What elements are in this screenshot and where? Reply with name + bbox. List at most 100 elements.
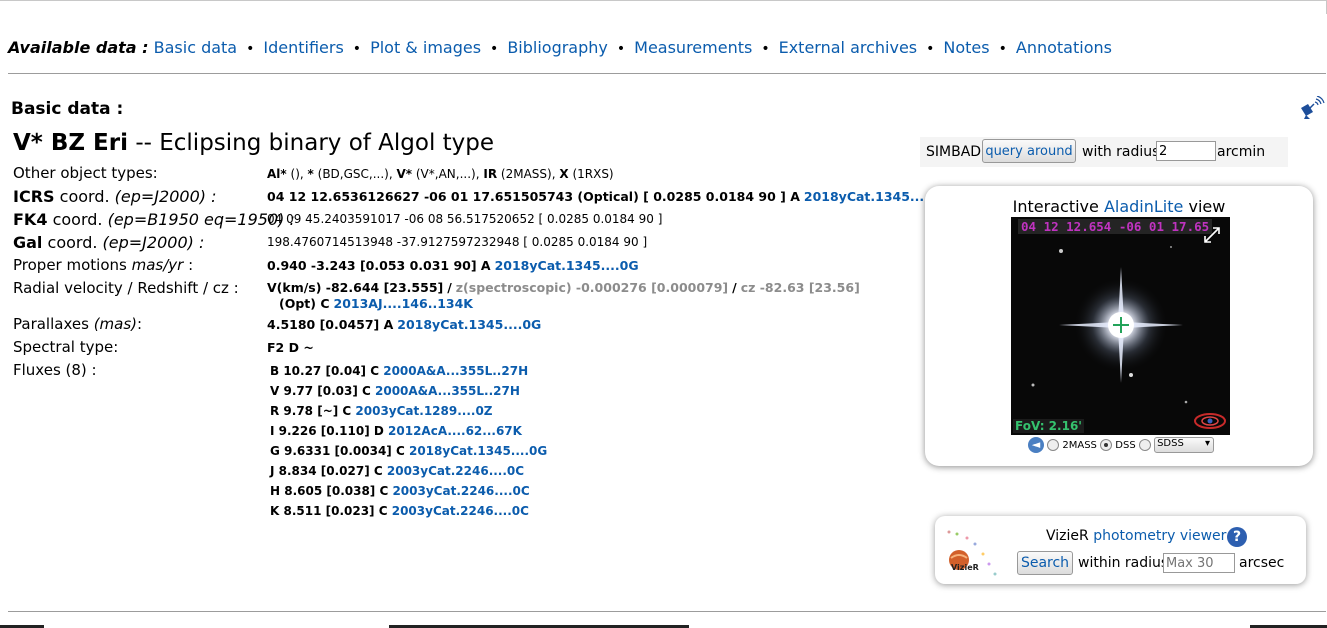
survey-select[interactable]: SDSS ▾: [1154, 437, 1215, 453]
nav-link-plot-images[interactable]: Plot & images: [370, 38, 481, 57]
survey-label-2mass: 2MASS: [1062, 440, 1097, 451]
value-proper-motions: 0.940 -3.243 [0.053 0.031 90] A 2018yCat…: [267, 258, 639, 273]
nav-link-measurements[interactable]: Measurements: [634, 38, 752, 57]
nav-link-bibliography[interactable]: Bibliography: [507, 38, 608, 57]
label-pm-text: Proper motions: [13, 256, 127, 274]
rv-velocity: V(km/s) -82.644 [23.555]: [267, 280, 444, 295]
aladin-sky-view[interactable]: 04 12 12.654 -06 01 17.65 FoV: 2.16': [1011, 217, 1230, 435]
rv-separator: /: [732, 280, 737, 295]
flux-row: K 8.511 [0.023] C 2003yCat.2246....0C: [270, 504, 529, 518]
flux-ref-link[interactable]: 2000A&A...355L..27H: [383, 364, 528, 378]
vizier-search-button[interactable]: Search: [1017, 551, 1073, 575]
divider-bottom: [8, 611, 1326, 612]
label-gal-bold: Gal: [13, 233, 43, 252]
aladin-lite-link[interactable]: AladinLite: [1104, 197, 1183, 216]
flux-ref-link[interactable]: 2003yCat.1289....0Z: [355, 404, 492, 418]
label-icrs-rest: coord.: [59, 187, 110, 206]
nav-link-external-archives[interactable]: External archives: [779, 38, 918, 57]
value-radial-velocity-line2: (Opt) C 2013AJ....146..134K: [279, 296, 473, 311]
object-separator: --: [135, 130, 152, 156]
aladin-logo-icon: [1193, 410, 1227, 432]
samp-broadcast-icon[interactable]: [1298, 95, 1326, 120]
label-parallaxes: Parallaxes (mas):: [13, 315, 142, 333]
type-detail: (2MASS): [500, 167, 552, 181]
survey-radio-other[interactable]: [1138, 439, 1151, 451]
flux-ref-link[interactable]: 2012AcA....62...67K: [388, 424, 522, 438]
radius-input[interactable]: [1156, 141, 1216, 161]
vizier-photometry-card: VizieR VizieR photometry viewer ? Search…: [935, 516, 1306, 584]
flux-row: V 9.77 [0.03] C 2000A&A...355L..27H: [270, 384, 520, 398]
field-of-view: FoV: 2.16': [1013, 419, 1084, 433]
nav-bullet: •: [490, 41, 499, 57]
help-icon[interactable]: ?: [1227, 527, 1247, 547]
label-fk4: FK4 coord. (ep=B1950 eq=1950) :: [13, 210, 295, 229]
type-code: *: [307, 167, 314, 181]
flux-value: H 8.605 [0.038] C: [270, 484, 389, 498]
nav-bullet: •: [246, 41, 255, 57]
label-fluxes: Fluxes (8) :: [13, 361, 97, 379]
pm-ref-link[interactable]: 2018yCat.1345....0G: [495, 258, 639, 273]
survey-selector-row: ◄ 2MASS DSS SDSS ▾: [1028, 437, 1268, 455]
query-around-box: SIMBAD query around with radius arcmin: [920, 137, 1288, 167]
back-arrow-icon[interactable]: ◄: [1028, 437, 1044, 453]
vizier-radius-input[interactable]: [1163, 553, 1235, 573]
value-gal: 198.4760714513948 -37.9127597232948 [ 0.…: [267, 235, 648, 249]
survey-radio-2mass[interactable]: [1047, 439, 1060, 451]
label-parallax-colon: :: [137, 315, 143, 333]
vizier-logo-icon: VizieR: [943, 524, 1003, 580]
nav-link-identifiers[interactable]: Identifiers: [263, 38, 343, 57]
flux-ref-link[interactable]: 2003yCat.2246....0C: [392, 484, 529, 498]
query-around-button[interactable]: query around: [982, 139, 1076, 163]
nav-lead: Available data :: [8, 38, 149, 57]
vizier-title: VizieR photometry viewer: [1046, 528, 1226, 544]
flux-ref-link[interactable]: 2018yCat.1345....0G: [409, 444, 547, 458]
label-proper-motions: Proper motions mas/yr :: [13, 256, 193, 274]
aladin-title-pre: Interactive: [1012, 197, 1099, 216]
survey-radio-dss[interactable]: [1100, 439, 1113, 451]
nav-bullet: •: [926, 41, 935, 57]
type-detail: (1RXS): [572, 167, 614, 181]
pm-value: 0.940 -3.243 [0.053 0.031 90] A: [267, 258, 491, 273]
flux-value: R 9.78 [~] C: [270, 404, 352, 418]
flux-ref-link[interactable]: 2003yCat.2246....0C: [392, 504, 529, 518]
object-name: V* BZ Eri: [13, 130, 128, 156]
fullscreen-icon[interactable]: [1202, 225, 1222, 245]
object-title: V* BZ Eri -- Eclipsing binary of Algol t…: [13, 130, 494, 156]
flux-value: V 9.77 [0.03] C: [270, 384, 371, 398]
label-gal-epoch: (ep=J2000) :: [102, 233, 205, 252]
parallax-value: 4.5180 [0.0457] A: [267, 317, 394, 332]
label-pm-colon: :: [188, 256, 194, 274]
type-detail: (): [290, 167, 300, 181]
value-fk4: 04 09 45.2403591017 -06 08 56.517520652 …: [267, 212, 663, 226]
rv-ref-link[interactable]: 2013AJ....146..134K: [334, 296, 473, 311]
flux-value: G 9.6331 [0.0034] C: [270, 444, 405, 458]
flux-ref-link[interactable]: 2000A&A...355L..27H: [375, 384, 520, 398]
photometry-viewer-link[interactable]: photometry viewer: [1093, 528, 1226, 544]
nav-bullet: •: [352, 41, 362, 57]
value-radial-velocity: V(km/s) -82.644 [23.555] / z(spectroscop…: [267, 280, 860, 295]
label-spectral-type: Spectral type:: [13, 338, 119, 356]
flux-row: J 8.834 [0.027] C 2003yCat.2246....0C: [270, 464, 524, 478]
vizier-unit: arcsec: [1239, 555, 1285, 571]
flux-value: I 9.226 [0.110] D: [270, 424, 384, 438]
nav-link-notes[interactable]: Notes: [943, 38, 989, 57]
type-detail: (V*,AN,...): [415, 167, 476, 181]
value-other-types: Al* (), * (BD,GSC,...), V* (V*,AN,...), …: [267, 167, 614, 181]
available-data-nav: Available data : Basic data • Identifiers •…: [8, 38, 1318, 62]
value-parallaxes: 4.5180 [0.0457] A 2018yCat.1345....0G: [267, 317, 541, 332]
flux-ref-link[interactable]: 2003yCat.2246....0C: [387, 464, 524, 478]
nav-link-basic-data[interactable]: Basic data: [154, 38, 237, 57]
divider-top: [8, 73, 1326, 74]
aladin-coordinates: 04 12 12.654 -06 01 17.65: [1018, 219, 1213, 234]
label-pm-unit: mas/yr: [131, 256, 184, 274]
flux-value: B 10.27 [0.04] C: [270, 364, 380, 378]
svg-text:VizieR: VizieR: [951, 563, 979, 572]
rv-cz: cz -82.63 [23.56]: [740, 280, 860, 295]
flux-row: B 10.27 [0.04] C 2000A&A...355L..27H: [270, 364, 528, 378]
label-parallax-text: Parallaxes: [13, 315, 89, 333]
aladin-title-post: view: [1188, 197, 1226, 216]
nav-link-annotations[interactable]: Annotations: [1016, 38, 1112, 57]
parallax-ref-link[interactable]: 2018yCat.1345....0G: [397, 317, 541, 332]
value-spectral-type: F2 D ~: [267, 340, 314, 355]
label-radial-velocity: Radial velocity / Redshift / cz :: [13, 279, 239, 297]
